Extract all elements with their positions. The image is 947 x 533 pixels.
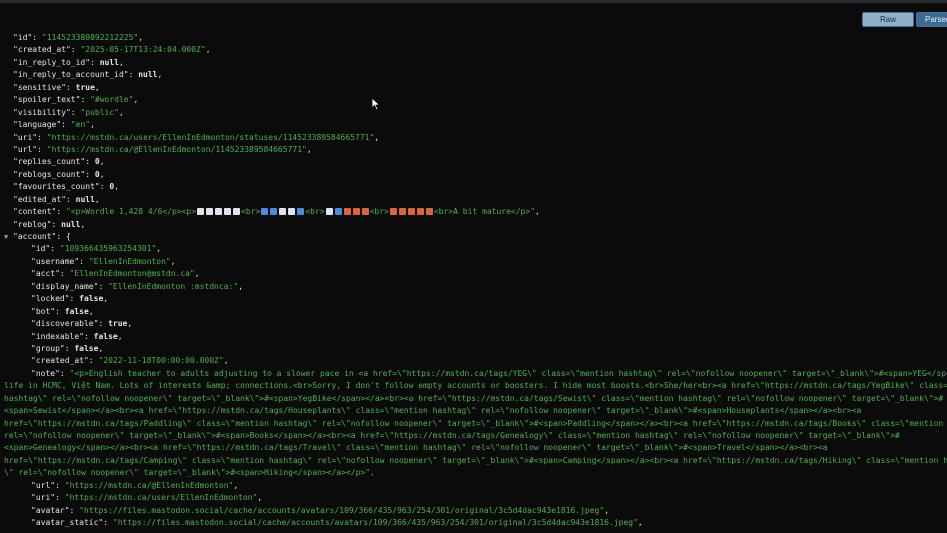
wordle-square-icon [334, 208, 342, 216]
json-row-favourites-count: "favourites_count": 0, [13, 182, 119, 192]
wordle-square-icon [206, 208, 214, 216]
wordle-square-icon [224, 208, 232, 216]
json-row-in-reply-to-id: "in_reply_to_id": null, [13, 57, 124, 67]
wordle-square-icon [398, 208, 406, 216]
wordle-square-icon [233, 208, 241, 216]
wordle-square-icon [261, 208, 269, 216]
wordle-square-icon [425, 208, 433, 216]
wordle-square-icon [297, 208, 305, 216]
json-row-account-created-at: "created_at": "2022-11-18T00:00:00.000Z"… [31, 356, 229, 366]
raw-button[interactable]: Raw [862, 12, 914, 27]
wordle-square-icon [197, 208, 205, 216]
wordle-square-icon [407, 208, 415, 216]
wordle-row [196, 207, 241, 216]
json-row-account-url: "url": "https://mstdn.ca/@EllenInEdmonto… [31, 480, 239, 490]
json-row-visibility: "visibility": "public", [13, 107, 124, 117]
wordle-row [325, 207, 370, 216]
json-row-reblogs-count: "reblogs_count": 0, [13, 169, 105, 179]
json-note-continuation: rel=\"nofollow noopener\" target=\"_blan… [4, 431, 900, 440]
json-row-account-username: "username": "EllenInEdmonton", [31, 256, 176, 266]
wordle-square-icon [389, 208, 397, 216]
json-row-id: "id": "114523389892212225", [13, 33, 144, 42]
json-row-account-indexable: "indexable": false, [31, 331, 123, 341]
json-note-continuation: <span>Genealogy</span></a><br><a href=\"… [4, 443, 828, 453]
json-row-account-avatar-static: "avatar_static": "https://files.mastodon… [31, 518, 643, 528]
json-note-continuation: href=\"https://mstdn.ca/tags/Paddling\" … [4, 418, 947, 428]
parsed-button[interactable]: Parsed [916, 12, 947, 27]
json-row-reblog: "reblog": null, [13, 219, 86, 229]
json-row-in-reply-to-account-id: "in_reply_to_account_id": null, [13, 70, 163, 80]
json-row-account-locked: "locked": false, [31, 294, 109, 304]
json-note-continuation: hashtag\" rel=\"nofollow noopener\" targ… [4, 393, 944, 403]
json-row-language: "language": "en", [13, 120, 95, 130]
json-row-account-display-name: "display_name": "EllenInEdmonton :mstdnc… [31, 281, 243, 291]
json-note-continuation: <span>Sewist</span></a><br><a href=\"htt… [4, 406, 862, 416]
json-row-edited-at: "edited_at": null, [13, 194, 100, 204]
wordle-square-icon [288, 208, 296, 216]
json-note-continuation: \" rel=\"nofollow noopener\" target=\"_b… [4, 468, 375, 478]
wordle-square-icon [325, 208, 333, 216]
wordle-row [260, 207, 305, 216]
json-row-uri: "uri": "https://mstdn.ca/users/EllenInEd… [13, 132, 380, 142]
json-row-account-note: "note": "<p>English teacher to adults ad… [31, 368, 947, 378]
wordle-square-icon [352, 208, 360, 216]
json-row-account-avatar: "avatar": "https://files.mastodon.social… [31, 505, 610, 515]
json-viewer: "id": "114523389892212225", "created_at"… [0, 32, 947, 530]
json-row-account-discoverable: "discoverable": true, [31, 319, 133, 329]
json-row-replies-count: "replies_count": 0, [13, 157, 105, 167]
json-row-created-at: "created_at": "2025-05-17T13:24:04.000Z"… [13, 45, 211, 55]
json-row-sensitive: "sensitive": true, [13, 82, 100, 92]
wordle-square-icon [279, 208, 287, 216]
json-row-account-id: "id": "109366435963254301", [31, 244, 162, 254]
json-row-account-group: "group": false, [31, 343, 104, 353]
json-row-url: "url": "https://mstdn.ca/@EllenInEdmonto… [13, 144, 312, 154]
json-row-account-bot: "bot": false, [31, 306, 94, 316]
wordle-square-icon [416, 208, 424, 216]
wordle-square-icon [215, 208, 223, 216]
collapse-toggle-icon[interactable]: ▼ [4, 231, 8, 243]
top-bar [0, 0, 947, 3]
wordle-square-icon [270, 208, 278, 216]
json-row-account-acct: "acct": "EllenInEdmonton@mstdn.ca", [31, 269, 200, 279]
json-row-content: "content": "<p>Wordle 1,428 4/6</p><p> <b… [13, 207, 540, 217]
json-row-spoiler-text: "spoiler_text": "#wordle", [13, 95, 139, 105]
mouse-pointer-icon [371, 97, 381, 111]
wordle-row [389, 207, 434, 216]
wordle-square-icon [361, 208, 369, 216]
json-row-account: ▼ "account": { [0, 231, 947, 243]
wordle-square-icon [343, 208, 351, 216]
json-note-continuation: href=\"https://mstdn.ca/tags/Camping\" c… [4, 455, 947, 465]
view-toolbar: Raw Parsed [862, 12, 947, 27]
json-row-account-uri: "uri": "https://mstdn.ca/users/EllenInEd… [31, 493, 263, 503]
json-note-continuation: life in HCMC, Việt Nam. Lots of interest… [4, 381, 947, 391]
